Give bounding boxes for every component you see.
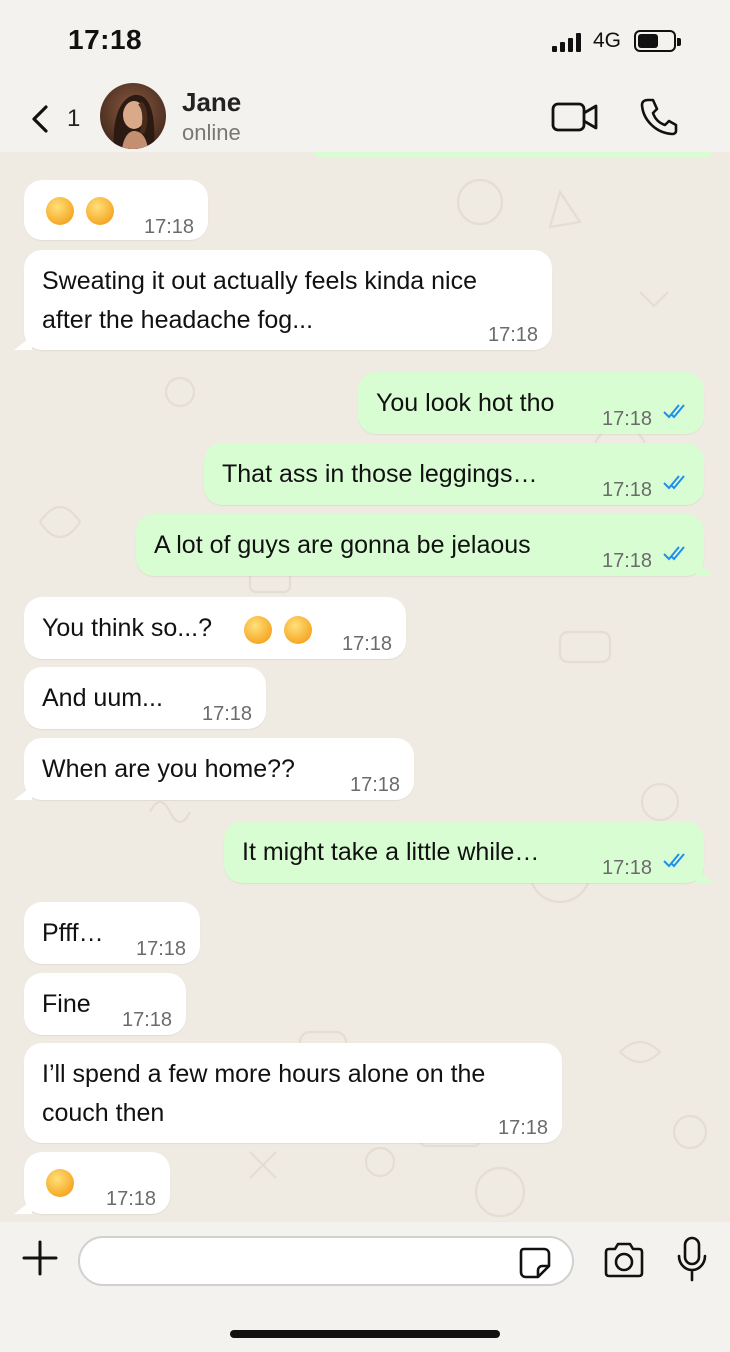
previous-message-edge: [312, 152, 714, 158]
message-bubble[interactable]: You look hot tho 17:18: [358, 372, 704, 434]
message-time: 17:18: [122, 1009, 173, 1031]
camera-icon[interactable]: [602, 1240, 646, 1280]
upside-down-face-emoji: [244, 616, 272, 644]
message-text: Pfff…: [42, 919, 104, 947]
plus-icon[interactable]: [20, 1238, 60, 1278]
chat-header: 1 Jane online: [0, 83, 730, 152]
message-text: When are you home??: [42, 755, 295, 783]
message-text: You look hot tho: [376, 389, 555, 417]
read-receipt-icon: [663, 853, 685, 868]
message-bubble[interactable]: And uum... 17:18: [24, 667, 266, 729]
message-bubble[interactable]: That ass in those leggings… 17:18: [204, 443, 704, 505]
message-text: You think so...?: [42, 614, 213, 642]
message-time: 17:18: [342, 633, 393, 655]
message-time: 17:18: [488, 324, 539, 346]
message-time: 17:18: [350, 774, 401, 796]
sticker-icon[interactable]: [518, 1246, 552, 1280]
message-time: 17:18: [498, 1117, 549, 1139]
flushed-face-emoji: [46, 197, 74, 225]
chat-area[interactable]: 17:18 Sweating it out actually feels kin…: [0, 152, 730, 1222]
status-time: 17:18: [68, 24, 143, 55]
message-bubble[interactable]: You think so...? 17:18: [24, 597, 406, 659]
home-indicator[interactable]: [230, 1330, 500, 1338]
message-text: Sweating it out actually feels kinda nic…: [42, 267, 477, 295]
message-bubble[interactable]: It might take a little while… 17:18: [224, 821, 714, 883]
contact-status: online: [182, 120, 241, 145]
message-bubble[interactable]: A lot of guys are gonna be jelaous 17:18: [136, 514, 714, 576]
message-bubble[interactable]: Sweating it out actually feels kinda nic…: [14, 250, 552, 350]
message-text: couch then: [42, 1099, 165, 1127]
read-receipt-icon: [663, 404, 685, 419]
message-text: Fine: [42, 990, 91, 1018]
message-text: And uum...: [42, 684, 163, 712]
message-bubble[interactable]: 17:18: [14, 1152, 170, 1214]
message-text: after the headache fog...: [42, 306, 314, 334]
read-receipt-icon: [663, 475, 685, 490]
microphone-icon[interactable]: [676, 1236, 708, 1282]
message-text: That ass in those leggings…: [222, 460, 538, 488]
message-time: 17:18: [106, 1188, 157, 1210]
message-text: It might take a little while…: [242, 838, 540, 866]
weary-face-emoji: [46, 1169, 74, 1197]
message-time: 17:18: [602, 479, 653, 501]
message-bubble[interactable]: Pfff… 17:18: [24, 902, 200, 964]
video-camera-icon[interactable]: [550, 99, 600, 135]
battery-icon: [634, 30, 681, 52]
message-time: 17:18: [136, 938, 187, 960]
message-bubble[interactable]: When are you home?? 17:18: [14, 738, 414, 800]
contact-name[interactable]: Jane: [182, 87, 241, 118]
phone-icon[interactable]: [638, 96, 680, 138]
back-chevron-icon: [32, 105, 48, 133]
message-text: A lot of guys are gonna be jelaous: [154, 531, 531, 559]
message-time: 17:18: [602, 550, 653, 572]
message-text: I’ll spend a few more hours alone on the: [42, 1060, 486, 1088]
upside-down-face-emoji: [284, 616, 312, 644]
input-bar: [0, 1222, 730, 1352]
read-receipt-icon: [663, 546, 685, 561]
message-bubble[interactable]: 17:18: [24, 180, 208, 240]
message-input[interactable]: [78, 1236, 574, 1286]
message-bubble[interactable]: Fine 17:18: [24, 973, 186, 1035]
message-time: 17:18: [144, 216, 195, 238]
status-bar: 17:18 4G: [0, 0, 730, 84]
network-type: 4G: [593, 29, 622, 52]
signal-strength-icon: [552, 32, 582, 52]
message-time: 17:18: [202, 703, 253, 725]
message-time: 17:18: [602, 857, 653, 879]
avatar[interactable]: [100, 83, 166, 149]
message-bubble[interactable]: I’ll spend a few more hours alone on the…: [24, 1043, 562, 1143]
back-button[interactable]: 1: [22, 96, 82, 140]
unread-count: 1: [67, 105, 81, 132]
message-time: 17:18: [602, 408, 653, 430]
flushed-face-emoji: [86, 197, 114, 225]
